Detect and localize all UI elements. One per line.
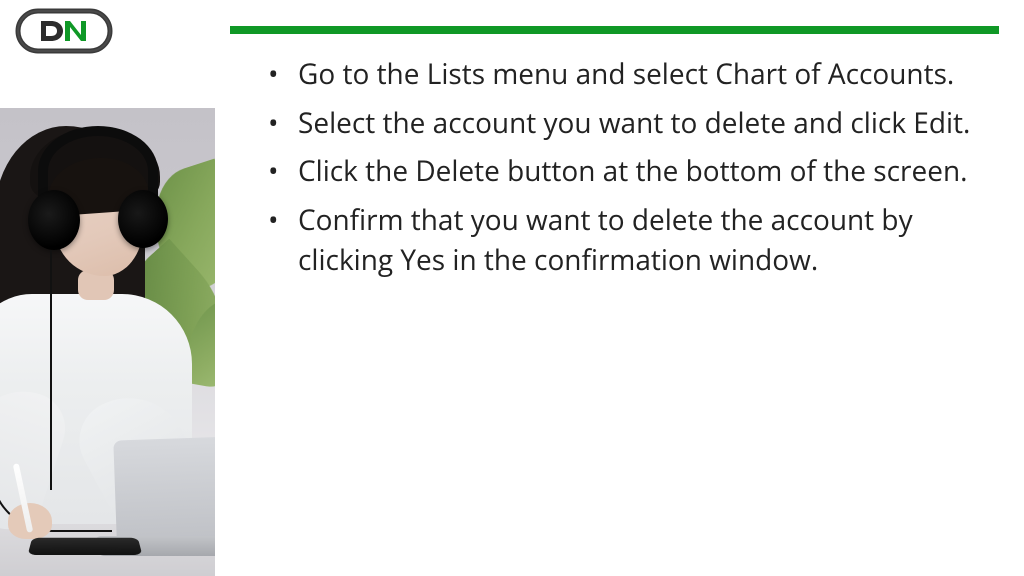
list-item: Confirm that you want to delete the acco… bbox=[290, 200, 989, 281]
slide-content: Go to the Lists menu and select Chart of… bbox=[230, 26, 999, 556]
list-item: Go to the Lists menu and select Chart of… bbox=[290, 54, 989, 95]
accent-bar bbox=[230, 26, 999, 34]
sidebar-photo bbox=[0, 108, 215, 576]
brand-logo bbox=[15, 8, 113, 59]
list-item: Select the account you want to delete an… bbox=[290, 103, 989, 144]
list-item: Click the Delete button at the bottom of… bbox=[290, 151, 989, 192]
slide: Go to the Lists menu and select Chart of… bbox=[0, 0, 1024, 576]
instruction-list: Go to the Lists menu and select Chart of… bbox=[230, 54, 999, 281]
laptop-icon bbox=[113, 435, 215, 540]
tablet-icon bbox=[28, 538, 143, 555]
